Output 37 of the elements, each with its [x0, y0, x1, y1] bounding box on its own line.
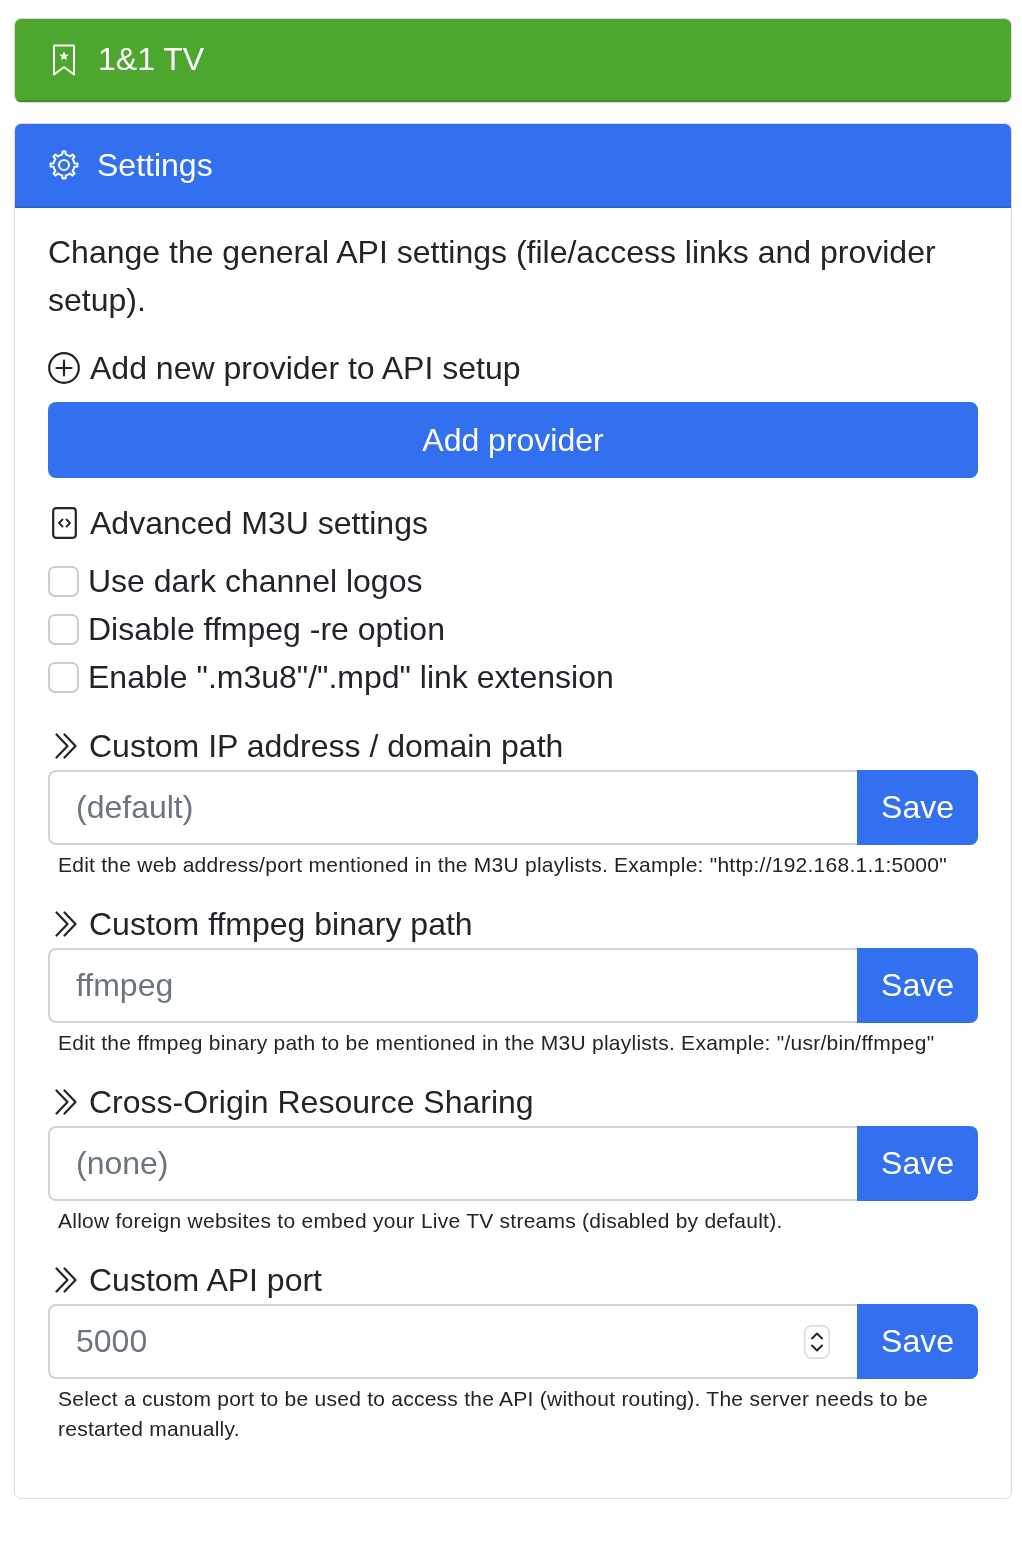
- checkbox-label[interactable]: Disable ffmpeg -re option: [88, 610, 445, 648]
- save-button[interactable]: Save: [857, 770, 978, 845]
- section-heading: Advanced M3U settings: [90, 504, 428, 543]
- help-text: Select a custom port to be used to access the API (without routing). The server needs to be restarted manually.: [57, 1386, 929, 1442]
- chevron-double-right-icon: [55, 1267, 77, 1293]
- input-field[interactable]: (none): [48, 1126, 857, 1201]
- plus-circle-icon: [48, 352, 80, 384]
- chevron-double-right-icon: [55, 911, 77, 937]
- section-heading: Cross-Origin Resource Sharing: [89, 1083, 534, 1122]
- add-provider-button[interactable]: Add provider: [48, 402, 978, 478]
- help-text: Allow foreign websites to embed your Live TV streams (disabled by default).: [57, 1208, 784, 1234]
- section-heading: Add new provider to API setup: [90, 349, 521, 388]
- save-button[interactable]: Save: [857, 1126, 978, 1201]
- save-button[interactable]: Save: [857, 1304, 978, 1379]
- checkbox[interactable]: [48, 613, 79, 645]
- help-text: Edit the ffmpeg binary path to be mentioned in the M3U playlists. Example: "/usr/bin/ffmpeg": [57, 1030, 936, 1056]
- number-field[interactable]: 5000: [48, 1304, 857, 1379]
- checkbox-label[interactable]: Use dark channel logos: [88, 562, 423, 600]
- bookmark-star-icon: [52, 43, 76, 76]
- description-text: Change the general API settings (file/access links and provider setup).: [48, 233, 937, 320]
- chevron-double-right-icon: [55, 1089, 77, 1115]
- checkbox[interactable]: [48, 565, 79, 597]
- code-file-icon: [52, 507, 77, 539]
- stepper-icon[interactable]: [804, 1325, 830, 1359]
- help-text: Edit the web address/port mentioned in the M3U playlists. Example: "http://192.168.1.1:5000": [57, 852, 948, 878]
- brand-title: 1&1 TV: [98, 41, 205, 78]
- settings-icon: [48, 149, 80, 181]
- section-heading: Custom API port: [89, 1261, 322, 1300]
- section-heading: Custom ffmpeg binary path: [89, 905, 473, 944]
- input-field[interactable]: (default): [48, 770, 857, 845]
- checkbox-label[interactable]: Enable ".m3u8"/".mpd" link extension: [88, 658, 614, 696]
- checkbox[interactable]: [48, 661, 79, 693]
- card-title: Settings: [97, 146, 213, 184]
- chevron-double-right-icon: [55, 733, 77, 759]
- input-field[interactable]: ffmpeg: [48, 948, 857, 1023]
- save-button[interactable]: Save: [857, 948, 978, 1023]
- section-heading: Custom IP address / domain path: [89, 727, 564, 766]
